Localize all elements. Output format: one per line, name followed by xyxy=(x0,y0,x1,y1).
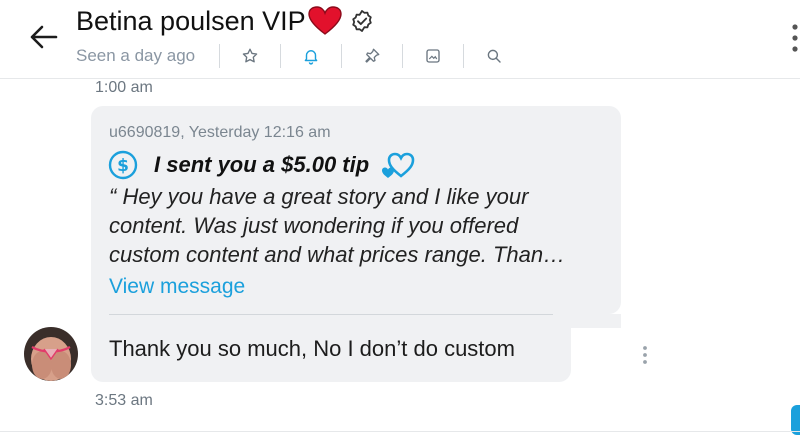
avatar[interactable] xyxy=(24,327,78,381)
tip-title: I sent you a $5.00 tip xyxy=(154,152,370,177)
last-seen-status: Seen a day ago xyxy=(76,46,196,65)
quote-line: content. Was just wondering if you offer… xyxy=(109,213,519,238)
hearts-icon xyxy=(382,152,415,178)
image-icon xyxy=(426,49,440,63)
dollar-circle-icon: $ xyxy=(108,150,138,180)
contact-name[interactable]: Betina poulsen VIP xyxy=(76,6,306,37)
quote-line: custom content and what prices range. Th… xyxy=(109,242,566,267)
chat-subheader: Seen a day ago xyxy=(76,42,524,70)
message-divider xyxy=(109,314,553,315)
tip-sender-meta: u6690819, Yesterday 12:16 am xyxy=(109,124,331,141)
notifications-button[interactable] xyxy=(281,42,341,70)
message-timestamp: 1:00 am xyxy=(95,79,153,96)
search-button[interactable] xyxy=(464,42,524,70)
arrow-left-icon[interactable] xyxy=(26,20,60,54)
kebab-vertical-icon[interactable] xyxy=(790,22,800,54)
tip-headline: $ I sent you a $5.00 tip xyxy=(108,150,417,180)
pin-icon xyxy=(365,48,380,63)
tip-message-quote: “ Hey you have a great story and I like … xyxy=(109,182,609,269)
avatar-photo xyxy=(24,327,78,381)
star-button[interactable] xyxy=(220,42,280,70)
view-message-link[interactable]: View message xyxy=(109,275,245,299)
chat-header: Betina poulsen VIP Seen a day ago xyxy=(0,0,800,79)
red-heart-icon xyxy=(307,6,342,35)
verified-badge-icon xyxy=(351,10,372,32)
svg-text:$: $ xyxy=(117,156,129,176)
bell-icon xyxy=(304,50,318,65)
message-timestamp: 3:53 am xyxy=(95,392,153,409)
reply-message-text: Thank you so much, No I don’t do custom xyxy=(109,336,515,361)
pin-button[interactable] xyxy=(342,42,402,70)
media-button[interactable] xyxy=(403,42,463,70)
search-icon xyxy=(487,49,501,63)
star-icon xyxy=(242,48,258,63)
divider xyxy=(0,431,800,432)
message-options-icon[interactable] xyxy=(640,344,650,366)
quote-line: “ Hey you have a great story and I like … xyxy=(109,184,529,209)
chat-title-row: Betina poulsen VIP xyxy=(76,4,374,38)
